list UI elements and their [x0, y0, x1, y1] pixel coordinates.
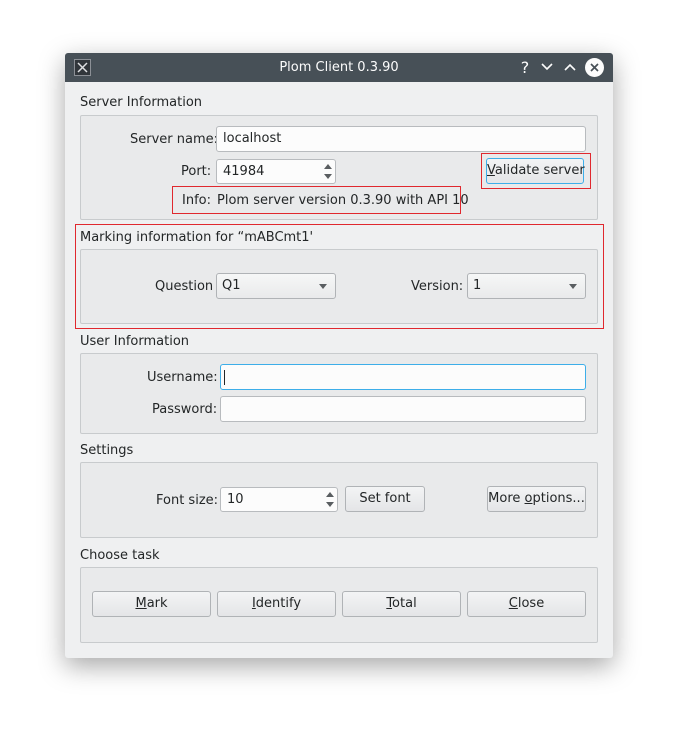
font-size-value: 10 — [227, 492, 244, 507]
server-name-label: Server name: — [130, 132, 219, 147]
port-spinbox[interactable]: 41984 — [216, 159, 336, 184]
version-value: 1 — [473, 278, 482, 293]
user-info-heading: User Information — [80, 334, 190, 349]
version-select[interactable]: 1 — [467, 273, 586, 299]
server-info-heading: Server Information — [80, 95, 203, 110]
total-button[interactable]: Total — [342, 591, 461, 617]
port-label: Port: — [181, 164, 212, 179]
minimize-icon[interactable] — [537, 57, 557, 77]
question-value: Q1 — [222, 278, 241, 293]
port-value: 41984 — [223, 164, 265, 179]
maximize-icon[interactable] — [560, 57, 580, 77]
font-size-spin-arrows[interactable] — [323, 488, 337, 511]
plom-client-window: Plom Client 0.3.90 ? Server Information … — [65, 53, 613, 658]
identify-button[interactable]: Identify — [217, 591, 336, 617]
version-label: Version: — [411, 279, 464, 294]
close-button[interactable]: Close — [467, 591, 586, 617]
font-size-spinbox[interactable]: 10 — [220, 487, 338, 512]
set-font-button[interactable]: Set font — [345, 486, 425, 512]
port-spin-arrows[interactable] — [321, 160, 335, 183]
help-icon[interactable]: ? — [515, 57, 535, 77]
highlight-validate-button — [481, 153, 591, 189]
chevron-down-icon — [319, 284, 327, 289]
choose-task-heading: Choose task — [80, 548, 160, 563]
title-bar[interactable]: Plom Client 0.3.90 ? — [65, 53, 613, 82]
spin-up-icon[interactable] — [324, 164, 332, 169]
chevron-down-icon — [569, 284, 577, 289]
spin-up-icon[interactable] — [326, 492, 334, 497]
more-options-button[interactable]: More options... — [487, 486, 586, 512]
question-select[interactable]: Q1 — [216, 273, 336, 299]
password-label: Password: — [152, 402, 218, 417]
text-caret — [224, 370, 225, 385]
settings-heading: Settings — [80, 443, 134, 458]
username-input[interactable] — [220, 364, 586, 390]
highlight-info-text — [172, 186, 461, 214]
mark-button[interactable]: Mark — [92, 591, 211, 617]
question-label: Question — [155, 279, 214, 294]
username-label: Username: — [147, 370, 218, 385]
close-window-icon[interactable] — [585, 58, 604, 77]
spin-down-icon[interactable] — [326, 502, 334, 507]
marking-info-heading: Marking information for “mABCmt1' — [80, 230, 314, 245]
font-size-label: Font size: — [156, 493, 219, 508]
spin-down-icon[interactable] — [324, 174, 332, 179]
server-name-input[interactable]: localhost — [216, 126, 586, 152]
password-input[interactable] — [220, 396, 586, 422]
